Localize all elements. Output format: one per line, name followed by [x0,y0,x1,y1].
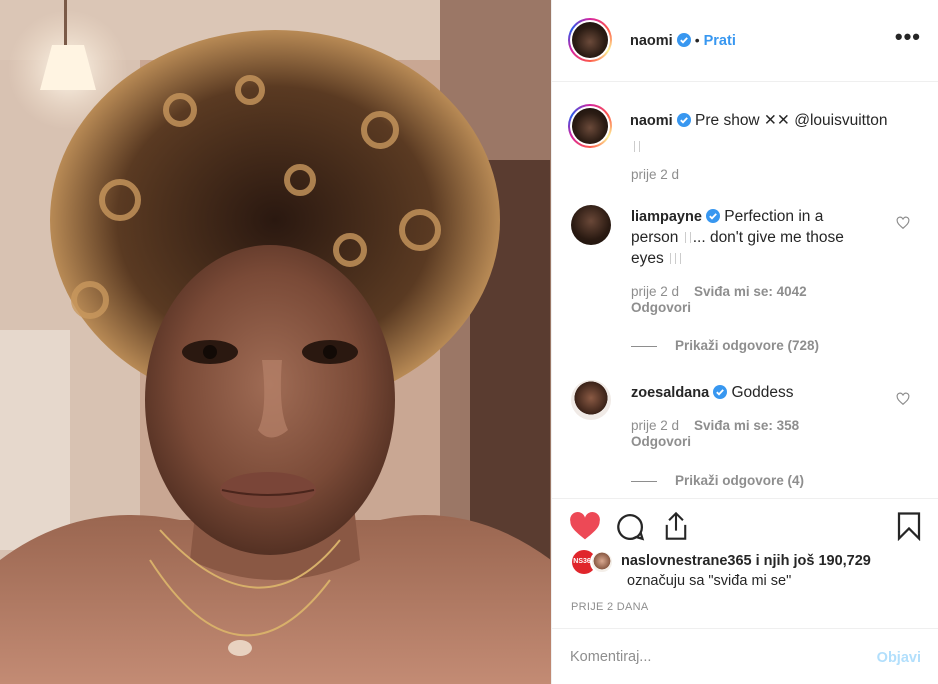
post-header: naomi • Prati ••• [552,0,938,82]
comment-text: liampayne Perfection in a [631,206,823,228]
likes-summary: naslovnestrane365 i njih još 190,729 [621,553,871,569]
verified-badge-icon [713,385,728,399]
commenter-username[interactable]: liampayne [631,209,702,225]
action-bar: NS365 naslovnestrane365 i njih još 190,7… [552,498,938,628]
likes-suffix: označuju sa "sviđa mi se" [627,573,792,589]
comment-meta: prije 2 d Sviđa mi se: 4042 [631,284,807,299]
verified-badge-icon [676,33,691,47]
caption-avatar[interactable] [568,104,612,148]
like-heart-icon[interactable] [569,511,601,541]
comment-body-line: person [631,229,679,246]
bookmark-icon[interactable] [896,511,922,541]
caption-emoji-placeholder [632,138,642,154]
author-username[interactable]: naomi [630,33,673,49]
post-side-panel: naomi • Prati ••• naomi Pre show ✕✕ @louis… [551,0,938,684]
like-comment-heart-icon[interactable] [896,392,910,406]
post-comment-button[interactable]: Objavi [877,650,921,666]
comment-body-line: Perfection in a [724,208,824,225]
reply-button[interactable]: Odgovori [631,300,691,315]
commenter-avatar[interactable] [571,380,611,420]
view-replies-label: Prikaži odgovore (4) [675,473,805,488]
portrait-image [0,0,551,684]
comment-time[interactable]: prije 2 d [631,284,679,299]
comment-meta: prije 2 d Sviđa mi se: 358 [631,418,799,433]
likes-count[interactable]: 190,729 [818,553,870,569]
likes-and-others: i njih još [755,553,815,569]
commenter-username[interactable]: zoesaldana [631,385,709,401]
view-replies-button[interactable]: Prikaži odgovore (4) [631,473,804,488]
comment-text-line-3: eyes [631,248,683,269]
comment-likes[interactable]: Sviđa mi se: 4042 [694,284,807,299]
more-dots-icon[interactable]: ••• [895,26,921,48]
share-icon[interactable] [662,511,690,541]
view-replies-label: Prikaži odgovore (728) [675,338,820,353]
comment-time[interactable]: prije 2 d [631,418,679,433]
caption-body: Pre show ✕✕ @louisvuitton [695,112,888,129]
post-photo[interactable] [0,0,551,684]
view-replies-button[interactable]: Prikaži odgovore (728) [631,338,819,353]
reply-button[interactable]: Odgovori [631,434,691,449]
verified-badge-icon [705,209,720,223]
liker-username[interactable]: naslovnestrane365 [621,553,752,569]
comment-text-line-2: person ... don't give me those [631,227,844,248]
commenter-avatar[interactable] [571,205,611,245]
comment-text: zoesaldana Goddess [631,382,794,404]
follow-button[interactable]: Prati [704,33,736,49]
header-separator: • [694,32,700,48]
comment-body-line: ... don't give me those [692,229,844,246]
caption-username[interactable]: naomi [630,113,673,129]
liker-avatar [590,550,614,574]
caption-text: naomi Pre show ✕✕ @louisvuitton [630,110,888,132]
comment-body-line: eyes [631,250,664,267]
comment-composer: Objavi [552,628,938,684]
comment-input[interactable] [570,643,850,671]
divider [631,480,657,482]
comment-body-line: Goddess [731,384,794,401]
comment-bubble-icon[interactable] [615,512,645,542]
divider [631,345,657,347]
comment-likes[interactable]: Sviđa mi se: 358 [694,418,799,433]
caption-time[interactable]: prije 2 d [631,167,679,182]
like-comment-heart-icon[interactable] [896,216,910,230]
post-timestamp[interactable]: PRIJE 2 DANA [571,601,649,613]
author-avatar[interactable] [568,18,612,62]
verified-badge-icon [676,113,691,127]
comments-list[interactable]: naomi Pre show ✕✕ @louisvuitton prije 2 … [552,82,938,498]
